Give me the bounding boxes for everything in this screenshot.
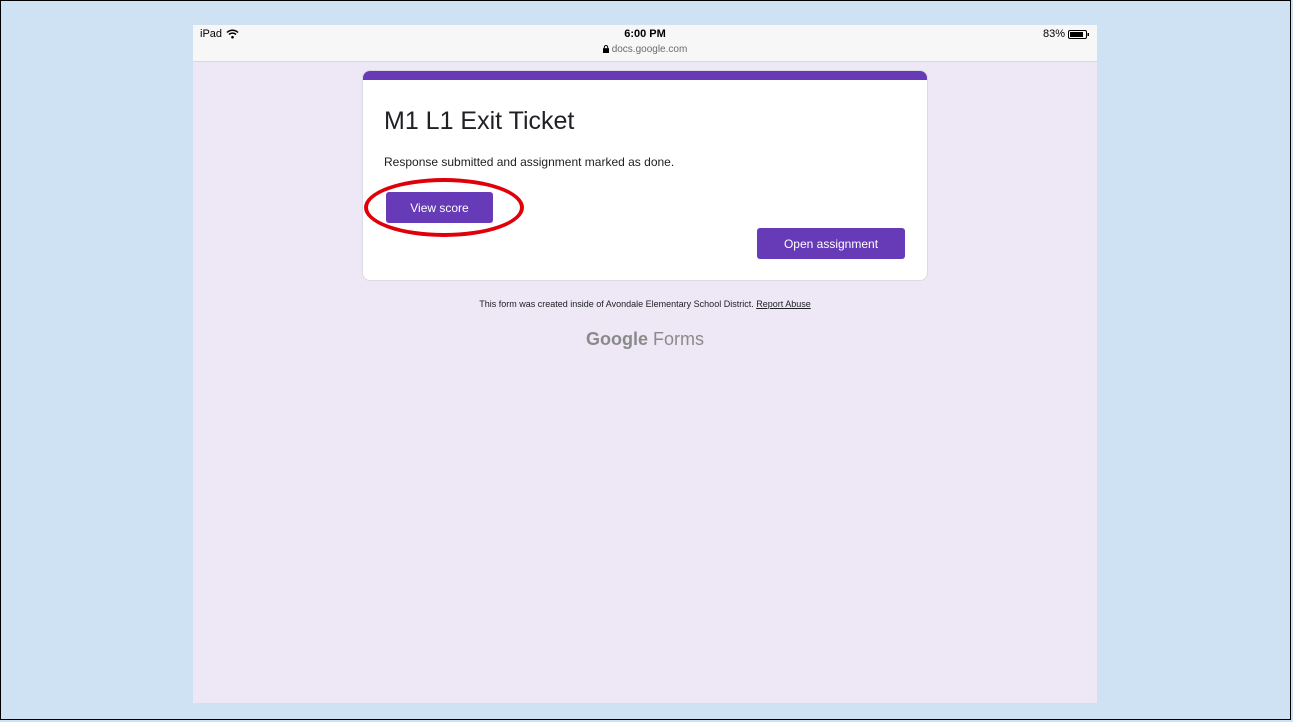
google-forms-logo: Google Forms	[193, 329, 1097, 350]
battery-icon	[1068, 29, 1089, 39]
form-title: M1 L1 Exit Ticket	[384, 107, 575, 135]
lock-icon	[602, 45, 609, 53]
address-bar[interactable]: docs.google.com	[193, 44, 1097, 55]
footer-note: This form was created inside of Avondale…	[193, 299, 1097, 309]
status-right: 83%	[1043, 28, 1090, 40]
card-accent-bar	[363, 71, 927, 80]
status-bar: iPad 6:00 PM docs.google.com 83%	[193, 25, 1097, 62]
confirmation-message: Response submitted and assignment marked…	[384, 155, 675, 169]
form-card: M1 L1 Exit Ticket Response submitted and…	[362, 70, 928, 281]
forms-wordmark: Forms	[653, 329, 704, 349]
open-assignment-button[interactable]: Open assignment	[757, 228, 905, 259]
footer-text: This form was created inside of Avondale…	[479, 299, 754, 309]
status-time: 6:00 PM	[624, 28, 666, 40]
url-text: docs.google.com	[611, 44, 688, 55]
battery-percent: 83%	[1042, 28, 1065, 40]
highlight-annotation	[364, 178, 524, 237]
report-abuse-link[interactable]: Report Abuse	[756, 299, 811, 309]
google-wordmark: Google	[585, 329, 648, 349]
ipad-screen: iPad 6:00 PM docs.google.com 83% M1 L1 E…	[193, 25, 1097, 703]
